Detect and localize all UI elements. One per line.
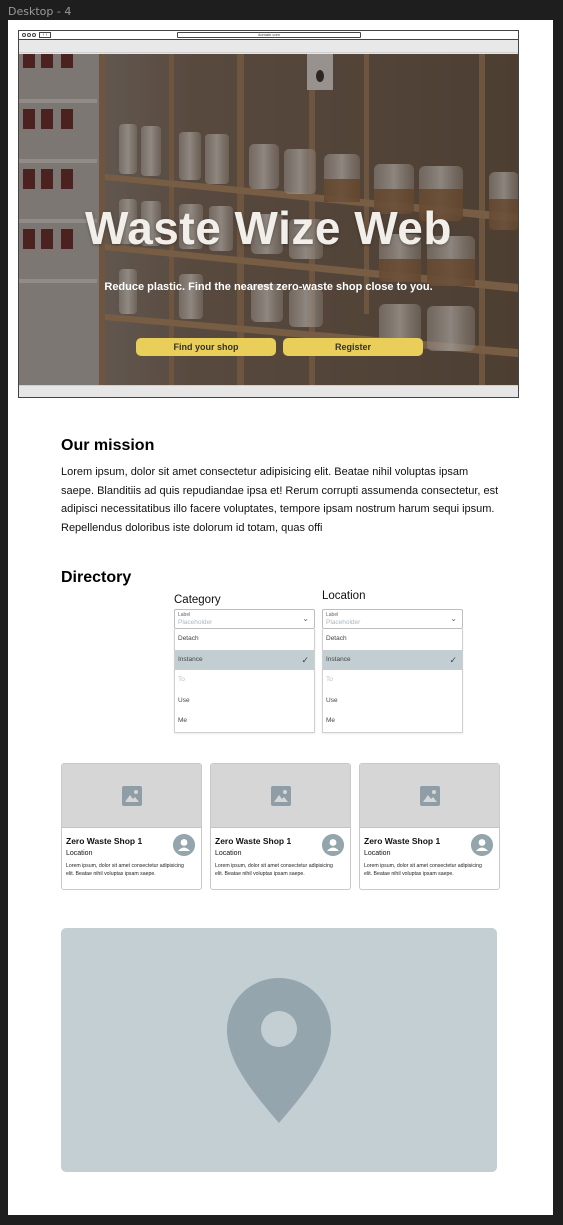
nav-arrows-icon[interactable]: ‹ › bbox=[39, 32, 51, 38]
dropdown-heading: Category bbox=[174, 594, 221, 606]
dropdown-option-selected[interactable]: Instance ✓ bbox=[175, 649, 314, 670]
browser-tab-strip bbox=[19, 40, 518, 53]
location-dropdown: Location Label Placeholder ⌄ Detach Inst… bbox=[322, 590, 463, 733]
shop-card[interactable]: Zero Waste Shop 1 Location Lorem ipsum, … bbox=[359, 763, 500, 890]
desktop-frame: ‹ › domain.com Waste Wize Web Reduce pla… bbox=[8, 20, 553, 1215]
field-placeholder: Placeholder bbox=[326, 619, 361, 626]
card-location: Location bbox=[215, 850, 242, 857]
shop-card[interactable]: Zero Waste Shop 1 Location Lorem ipsum, … bbox=[61, 763, 202, 890]
check-icon: ✓ bbox=[449, 654, 457, 665]
card-title: Zero Waste Shop 1 bbox=[215, 836, 292, 846]
hero-title: Waste Wize Web bbox=[85, 202, 452, 254]
category-dropdown: Category Label Placeholder ⌄ Detach Inst… bbox=[174, 594, 315, 733]
window-dot-icon[interactable] bbox=[27, 33, 31, 37]
field-label: Label bbox=[326, 612, 339, 618]
address-bar[interactable]: domain.com bbox=[177, 32, 361, 38]
dropdown-option[interactable]: Detach bbox=[323, 629, 462, 650]
shop-card[interactable]: Zero Waste Shop 1 Location Lorem ipsum, … bbox=[210, 763, 351, 890]
category-select[interactable]: Label Placeholder ⌄ bbox=[174, 609, 315, 629]
card-image bbox=[211, 764, 350, 828]
browser-window: ‹ › domain.com Waste Wize Web Reduce pla… bbox=[18, 30, 519, 398]
chevron-down-icon[interactable]: ⌄ bbox=[302, 614, 309, 623]
field-placeholder: Placeholder bbox=[178, 619, 213, 626]
dropdown-option[interactable]: Detach bbox=[175, 629, 314, 650]
dropdown-option-disabled: To bbox=[178, 676, 185, 683]
dropdown-option[interactable]: Use bbox=[323, 691, 462, 712]
find-your-shop-button[interactable]: Find your shop bbox=[136, 338, 276, 356]
card-description: Lorem ipsum, dolor sit amet consectetur … bbox=[66, 863, 184, 877]
map-pin-icon bbox=[227, 978, 331, 1123]
check-icon: ✓ bbox=[301, 654, 309, 665]
window-controls bbox=[22, 33, 36, 37]
image-icon bbox=[419, 785, 440, 806]
window-dot-icon[interactable] bbox=[32, 33, 36, 37]
image-icon bbox=[121, 785, 142, 806]
card-title: Zero Waste Shop 1 bbox=[364, 836, 441, 846]
option-label: Instance bbox=[326, 655, 351, 663]
window-dot-icon[interactable] bbox=[22, 33, 26, 37]
register-button[interactable]: Register bbox=[283, 338, 423, 356]
dropdown-option-disabled: To bbox=[326, 676, 333, 683]
dropdown-option[interactable]: Me bbox=[323, 711, 462, 732]
dropdown-menu: Detach Instance ✓ To Use Me bbox=[174, 629, 315, 733]
mission-text: Lorem ipsum, dolor sit amet consectetur … bbox=[61, 466, 499, 534]
browser-toolbar: ‹ › domain.com bbox=[19, 31, 518, 40]
option-label: Instance bbox=[178, 655, 203, 663]
chevron-down-icon[interactable]: ⌄ bbox=[450, 614, 457, 623]
card-location: Location bbox=[364, 850, 391, 857]
card-title: Zero Waste Shop 1 bbox=[66, 836, 143, 846]
hero-banner: Waste Wize Web Reduce plastic. Find the … bbox=[19, 54, 518, 385]
browser-footer bbox=[19, 385, 518, 397]
user-avatar-icon bbox=[471, 834, 493, 856]
hero-subtitle: Reduce plastic. Find the nearest zero-wa… bbox=[104, 281, 433, 293]
dropdown-option[interactable]: Me bbox=[175, 711, 314, 732]
card-description: Lorem ipsum, dolor sit amet consectetur … bbox=[364, 863, 482, 877]
card-image bbox=[62, 764, 201, 828]
dropdown-menu: Detach Instance ✓ To Use Me bbox=[322, 629, 463, 733]
field-label: Label bbox=[178, 612, 191, 618]
image-icon bbox=[270, 785, 291, 806]
mission-heading: Our mission bbox=[61, 437, 155, 454]
card-image bbox=[360, 764, 499, 828]
card-location: Location bbox=[66, 850, 93, 857]
map-placeholder[interactable] bbox=[61, 928, 497, 1172]
user-avatar-icon bbox=[322, 834, 344, 856]
location-select[interactable]: Label Placeholder ⌄ bbox=[322, 609, 463, 629]
dropdown-option[interactable]: Use bbox=[175, 691, 314, 712]
directory-heading: Directory bbox=[61, 569, 132, 586]
dropdown-option-selected[interactable]: Instance ✓ bbox=[323, 649, 462, 670]
frame-title: Desktop - 4 bbox=[8, 5, 72, 18]
dropdown-heading: Location bbox=[322, 590, 366, 602]
card-description: Lorem ipsum, dolor sit amet consectetur … bbox=[215, 863, 333, 877]
user-avatar-icon bbox=[173, 834, 195, 856]
